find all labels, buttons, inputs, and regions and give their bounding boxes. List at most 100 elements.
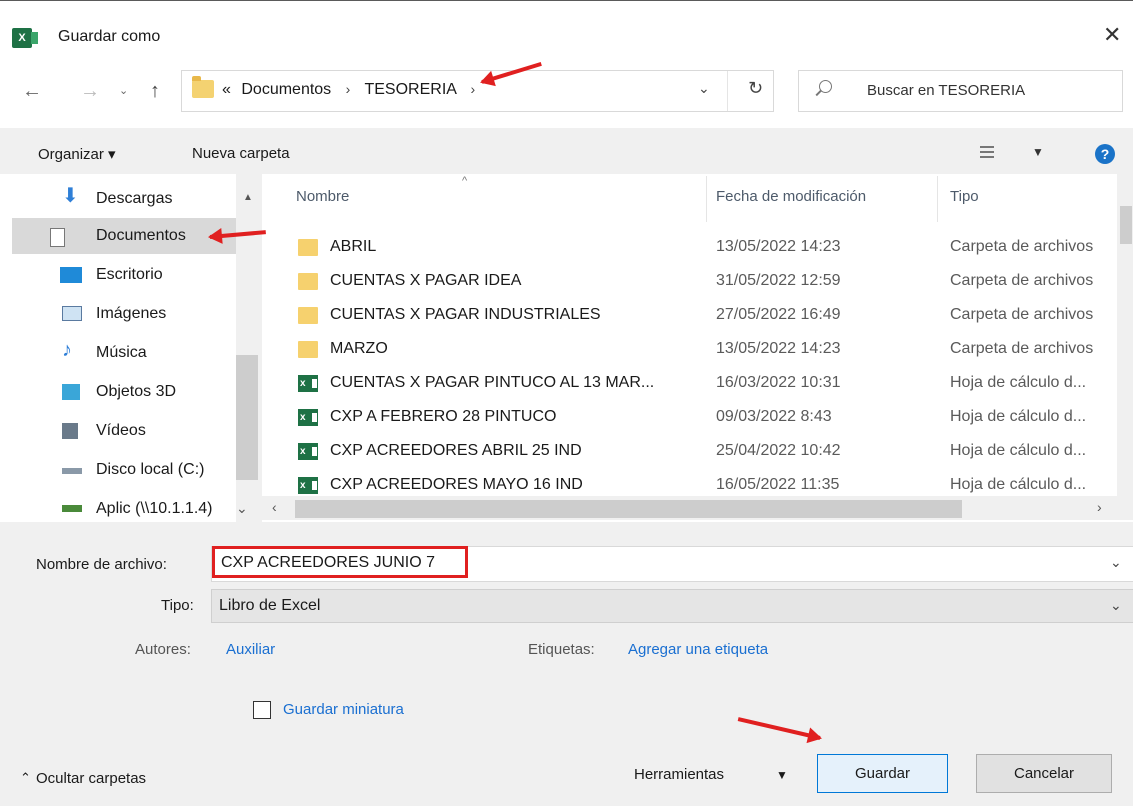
- excel-icon: X: [12, 28, 38, 48]
- filename-label: Nombre de archivo:: [36, 556, 167, 573]
- file-name: CUENTAS X PAGAR IDEA: [330, 272, 522, 289]
- excel-file-icon: x: [298, 375, 318, 392]
- file-row[interactable]: x CXP A FEBRERO 28 PINTUCO 09/03/2022 8:…: [290, 400, 1117, 434]
- nav-item-musica[interactable]: ♪ Música: [0, 335, 236, 371]
- file-type-select[interactable]: [211, 589, 1133, 623]
- view-dropdown-icon[interactable]: ▼: [1032, 145, 1044, 159]
- music-icon: ♪: [62, 339, 72, 361]
- cancel-button[interactable]: Cancelar: [976, 754, 1112, 793]
- horizontal-scrollbar-thumb[interactable]: [295, 500, 962, 518]
- file-name: CUENTAS X PAGAR INDUSTRIALES: [330, 306, 601, 323]
- scroll-up-icon[interactable]: ▲: [243, 192, 253, 203]
- column-header-name[interactable]: Nombre: [296, 188, 349, 205]
- file-name: CXP ACREEDORES MAYO 16 IND: [330, 476, 583, 493]
- column-header-date[interactable]: Fecha de modificación: [716, 188, 866, 205]
- add-tag-link[interactable]: Agregar una etiqueta: [628, 641, 768, 658]
- folder-icon: [298, 307, 318, 324]
- back-arrow-icon[interactable]: ←: [22, 80, 42, 103]
- nav-item-documentos[interactable]: Documentos: [12, 218, 236, 254]
- file-type: Hoja de cálculo d...: [950, 442, 1087, 459]
- scroll-down-icon[interactable]: ⌄: [236, 500, 248, 517]
- save-thumbnail-label[interactable]: Guardar miniatura: [283, 701, 404, 718]
- tools-button[interactable]: Herramientas: [634, 766, 724, 783]
- authors-link[interactable]: Auxiliar: [226, 641, 275, 658]
- type-label: Tipo:: [161, 597, 194, 614]
- file-type: Hoja de cálculo d...: [950, 408, 1087, 425]
- breadcrumb-chevron-icon[interactable]: ›: [346, 81, 351, 97]
- nav-item-disco-local[interactable]: Disco local (C:): [0, 452, 236, 488]
- scroll-left-icon[interactable]: ‹: [272, 499, 277, 515]
- organize-button[interactable]: Organizar ▾: [38, 145, 116, 163]
- save-thumbnail-checkbox[interactable]: [253, 701, 271, 719]
- excel-file-icon: x: [298, 409, 318, 426]
- excel-file-icon: x: [298, 477, 318, 494]
- nav-item-descargas[interactable]: ⬇ Descargas: [0, 181, 236, 217]
- nav-item-objetos-3d[interactable]: Objetos 3D: [0, 374, 236, 410]
- excel-file-icon: x: [298, 443, 318, 460]
- up-arrow-icon[interactable]: ↑: [150, 80, 160, 103]
- nav-item-label: Documentos: [96, 227, 186, 244]
- search-input[interactable]: Buscar en TESORERIA: [798, 70, 1123, 112]
- type-dropdown-icon[interactable]: ⌄: [1110, 597, 1122, 614]
- file-type-value[interactable]: Libro de Excel: [219, 597, 320, 615]
- breadcrumb-overflow[interactable]: «: [222, 81, 231, 98]
- nav-item-label: Vídeos: [96, 422, 146, 439]
- nav-item-label: Descargas: [96, 190, 173, 207]
- annotation-highlight-box: [212, 546, 468, 578]
- file-date: 13/05/2022 14:23: [716, 238, 841, 255]
- file-type: Carpeta de archivos: [950, 306, 1094, 323]
- view-options-icon[interactable]: [980, 145, 994, 159]
- column-header-type[interactable]: Tipo: [950, 188, 979, 205]
- tools-dropdown-icon[interactable]: ▼: [776, 768, 788, 782]
- filename-dropdown-icon[interactable]: ⌄: [1110, 554, 1122, 571]
- hide-folders-button[interactable]: Ocultar carpetas: [36, 770, 146, 787]
- pictures-icon: [62, 306, 82, 321]
- network-drive-icon: [62, 505, 82, 512]
- file-name: CUENTAS X PAGAR PINTUCO AL 13 MAR...: [330, 374, 655, 391]
- folder-icon: [298, 341, 318, 358]
- new-folder-button[interactable]: Nueva carpeta: [192, 145, 290, 162]
- file-row[interactable]: CUENTAS X PAGAR INDUSTRIALES 27/05/2022 …: [290, 298, 1117, 332]
- file-row[interactable]: MARZO 13/05/2022 14:23 Carpeta de archiv…: [290, 332, 1117, 366]
- file-date: 31/05/2022 12:59: [716, 272, 841, 289]
- close-icon[interactable]: ✕: [1103, 22, 1121, 48]
- column-divider[interactable]: [937, 176, 938, 222]
- breadcrumb-documentos[interactable]: Documentos: [241, 81, 331, 98]
- tags-label: Etiquetas:: [528, 641, 595, 658]
- file-date: 27/05/2022 16:49: [716, 306, 841, 323]
- file-row[interactable]: x CUENTAS X PAGAR PINTUCO AL 13 MAR... 1…: [290, 366, 1117, 400]
- folder-icon: [298, 239, 318, 256]
- breadcrumb: « Documentos › TESORERIA ›: [222, 81, 485, 99]
- recent-locations-chevron-icon[interactable]: ⌄: [119, 84, 128, 97]
- nav-item-videos[interactable]: Vídeos: [0, 413, 236, 449]
- breadcrumb-tesoreria[interactable]: TESORERIA: [364, 81, 456, 98]
- file-row[interactable]: x CXP ACREEDORES ABRIL 25 IND 25/04/2022…: [290, 434, 1117, 468]
- breadcrumb-chevron-icon[interactable]: ›: [471, 81, 476, 97]
- nav-scrollbar-thumb[interactable]: [236, 355, 258, 480]
- address-dropdown-icon[interactable]: ⌄: [698, 80, 710, 97]
- file-date: 13/05/2022 14:23: [716, 340, 841, 357]
- folder-icon: [298, 273, 318, 290]
- search-placeholder: Buscar en TESORERIA: [867, 82, 1026, 99]
- save-button[interactable]: Guardar: [817, 754, 948, 793]
- file-row[interactable]: CUENTAS X PAGAR IDEA 31/05/2022 12:59 Ca…: [290, 264, 1117, 298]
- help-icon[interactable]: ?: [1095, 144, 1115, 164]
- nav-item-escritorio[interactable]: Escritorio: [0, 257, 236, 293]
- download-arrow-icon: ⬇: [62, 185, 79, 207]
- file-date: 16/05/2022 11:35: [716, 476, 840, 493]
- title-bar: [0, 0, 1133, 63]
- column-divider[interactable]: [706, 176, 707, 222]
- refresh-icon[interactable]: ↻: [748, 78, 763, 99]
- vertical-scrollbar-thumb[interactable]: [1120, 206, 1132, 244]
- chevron-up-icon[interactable]: ⌃: [20, 770, 31, 786]
- scroll-right-icon[interactable]: ›: [1097, 499, 1102, 515]
- navigation-pane: ⬇ Descargas Documentos Escritorio Imágen…: [0, 174, 262, 522]
- file-row[interactable]: ABRIL 13/05/2022 14:23 Carpeta de archiv…: [290, 230, 1117, 264]
- nav-item-label: Escritorio: [96, 266, 163, 283]
- sort-ascending-icon: ^: [462, 175, 468, 187]
- nav-item-imagenes[interactable]: Imágenes: [0, 296, 236, 332]
- file-date: 16/03/2022 10:31: [716, 374, 841, 391]
- file-type: Hoja de cálculo d...: [950, 374, 1087, 391]
- forward-arrow-icon[interactable]: →: [80, 80, 100, 103]
- desktop-icon: [60, 267, 82, 283]
